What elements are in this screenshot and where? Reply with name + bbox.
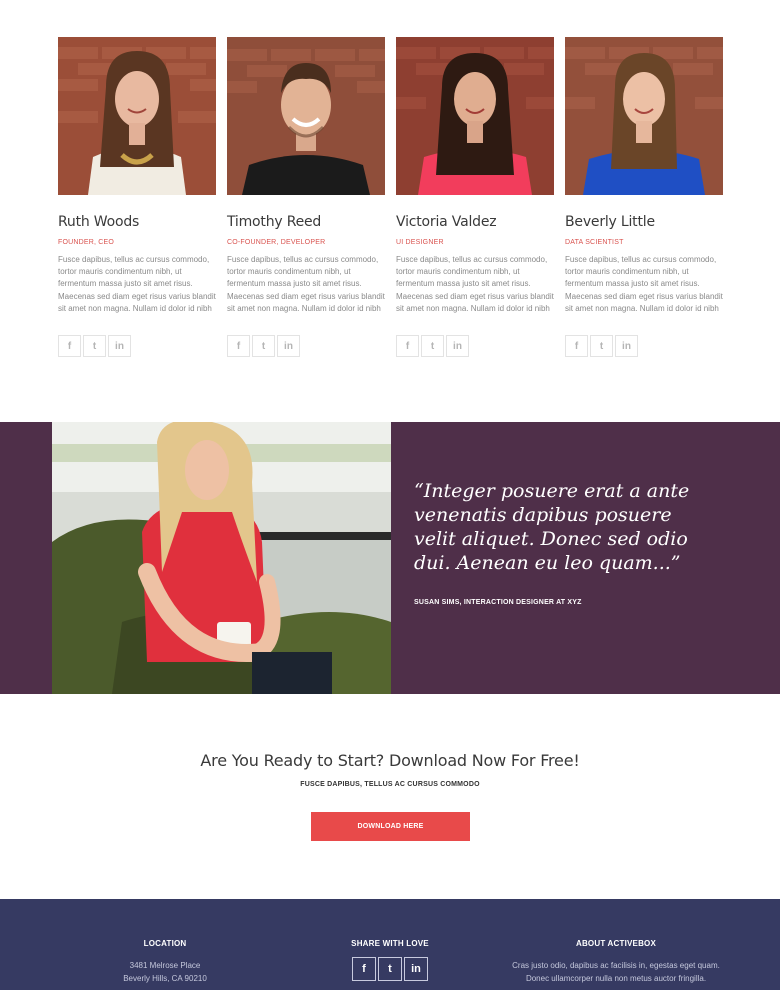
member-photo bbox=[565, 37, 723, 195]
member-role: DATA SCIENTIST bbox=[565, 239, 624, 246]
member-name: Timothy Reed bbox=[227, 214, 322, 230]
footer-socials: f t in bbox=[330, 957, 450, 981]
about-heading: ABOUT ACTIVEBOX bbox=[575, 939, 657, 948]
facebook-icon[interactable]: f bbox=[352, 957, 376, 981]
address-line-1: 3481 Melrose Place bbox=[129, 961, 201, 970]
member-bio: Fusce dapibus, tellus ac cursus commodo,… bbox=[396, 255, 554, 313]
member-photo bbox=[227, 37, 385, 195]
member-name: Ruth Woods bbox=[58, 214, 140, 230]
facebook-icon[interactable]: f bbox=[565, 335, 588, 357]
cta-section: Are You Ready to Start? Download Now For… bbox=[0, 694, 780, 899]
cta-subtitle: FUSCE DAPIBUS, TELLUS AC CURSUS COMMODO bbox=[300, 781, 480, 788]
member-socials: f t in bbox=[58, 335, 216, 357]
linkedin-icon[interactable]: in bbox=[277, 335, 300, 357]
member-role: FOUNDER, CEO bbox=[58, 239, 115, 246]
facebook-icon[interactable]: f bbox=[396, 335, 419, 357]
testimonial-quote: “Integer posuere erat a ante venenatis d… bbox=[414, 480, 690, 574]
download-button[interactable]: DOWNLOAD HERE bbox=[311, 812, 470, 841]
team-card: Victoria Valdez UI DESIGNER Fusce dapibu… bbox=[396, 37, 554, 357]
facebook-icon[interactable]: f bbox=[227, 335, 250, 357]
linkedin-icon[interactable]: in bbox=[108, 335, 131, 357]
member-bio: Fusce dapibus, tellus ac cursus commodo,… bbox=[58, 255, 216, 313]
member-role: CO-FOUNDER, DEVELOPER bbox=[227, 239, 326, 246]
team-card: Timothy Reed CO-FOUNDER, DEVELOPER Fusce… bbox=[227, 37, 385, 357]
member-photo bbox=[58, 37, 216, 195]
twitter-icon[interactable]: t bbox=[421, 335, 444, 357]
linkedin-icon[interactable]: in bbox=[446, 335, 469, 357]
member-socials: f t in bbox=[565, 335, 723, 357]
linkedin-icon[interactable]: in bbox=[404, 957, 428, 981]
twitter-icon[interactable]: t bbox=[590, 335, 613, 357]
member-name: Beverly Little bbox=[565, 214, 655, 230]
testimonial-author: SUSAN SIMS, INTERACTION DESIGNER AT XYZ bbox=[414, 599, 582, 606]
member-socials: f t in bbox=[227, 335, 385, 357]
team-section: Ruth Woods FOUNDER, CEO Fusce dapibus, t… bbox=[0, 0, 780, 422]
member-socials: f t in bbox=[396, 335, 554, 357]
member-photo bbox=[396, 37, 554, 195]
team-card: Beverly Little DATA SCIENTIST Fusce dapi… bbox=[565, 37, 723, 357]
location-address: 3481 Melrose Place Beverly Hills, CA 902… bbox=[100, 959, 230, 985]
cta-title: Are You Ready to Start? Download Now For… bbox=[200, 751, 580, 770]
testimonial-section: “Integer posuere erat a ante venenatis d… bbox=[0, 422, 780, 694]
testimonial-photo bbox=[52, 422, 391, 694]
twitter-icon[interactable]: t bbox=[83, 335, 106, 357]
member-role: UI DESIGNER bbox=[396, 239, 444, 246]
member-bio: Fusce dapibus, tellus ac cursus commodo,… bbox=[565, 255, 723, 313]
team-card: Ruth Woods FOUNDER, CEO Fusce dapibus, t… bbox=[58, 37, 216, 357]
twitter-icon[interactable]: t bbox=[252, 335, 275, 357]
member-name: Victoria Valdez bbox=[396, 214, 497, 230]
twitter-icon[interactable]: t bbox=[378, 957, 402, 981]
about-text: Cras justo odio, dapibus ac facilisis in… bbox=[512, 961, 720, 983]
share-heading: SHARE WITH LOVE bbox=[351, 939, 429, 948]
footer-share: SHARE WITH LOVE f t in bbox=[330, 939, 450, 981]
location-heading: LOCATION bbox=[143, 939, 187, 948]
footer-about: ABOUT ACTIVEBOX Cras justo odio, dapibus… bbox=[511, 939, 721, 985]
facebook-icon[interactable]: f bbox=[58, 335, 81, 357]
member-bio: Fusce dapibus, tellus ac cursus commodo,… bbox=[227, 255, 385, 313]
footer-location: LOCATION 3481 Melrose Place Beverly Hill… bbox=[100, 939, 230, 985]
footer: LOCATION 3481 Melrose Place Beverly Hill… bbox=[0, 899, 780, 990]
linkedin-icon[interactable]: in bbox=[615, 335, 638, 357]
address-line-2: Beverly Hills, CA 90210 bbox=[123, 974, 207, 983]
